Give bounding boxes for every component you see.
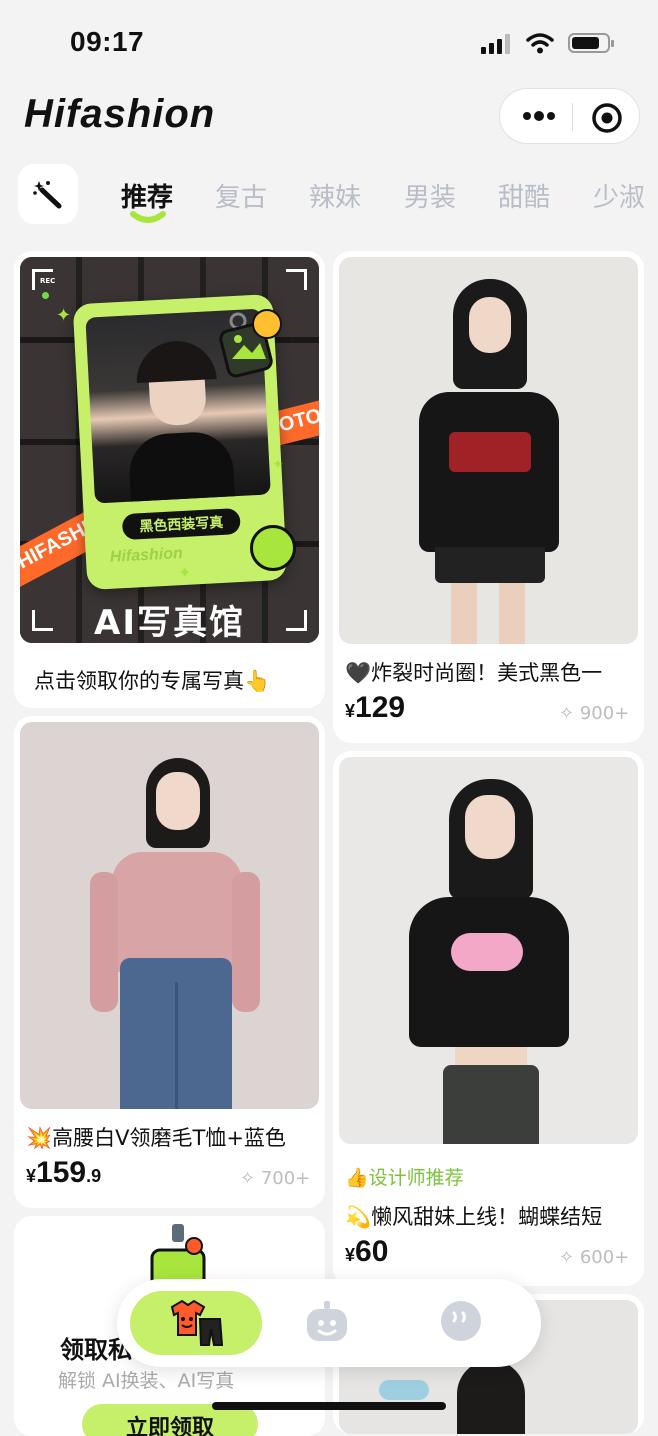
sparkle-count-icon: ✧ bbox=[240, 1168, 256, 1189]
try-on-count: ✧ 900+ bbox=[559, 703, 629, 724]
more-dots-icon bbox=[523, 111, 555, 121]
magic-wand-icon bbox=[33, 181, 62, 209]
mini-program-capsule bbox=[499, 88, 640, 144]
designer-tag-text: 设计师推荐 bbox=[368, 1167, 464, 1189]
ai-photo-promo-card[interactable]: REC AI PHOTO HIFASHION 黑色西装写真 Hifashion bbox=[14, 251, 325, 708]
product-title: 💫懒风甜妹上线！蝴蝶结短 bbox=[345, 1205, 603, 1229]
claim-card-subtitle: 解锁 AI换装、AI写真 bbox=[58, 1370, 235, 1392]
chat-face-icon bbox=[441, 1301, 481, 1341]
face-sticker-icon bbox=[250, 525, 296, 571]
try-on-count: ✧ 700+ bbox=[240, 1168, 310, 1189]
frame-label-pill: 黑色西装写真 bbox=[121, 507, 241, 541]
product-title: 💥高腰白V领磨毛T恤+蓝色 bbox=[26, 1126, 286, 1150]
signal-icon bbox=[481, 34, 513, 54]
product-price: ¥159.9 bbox=[26, 1156, 101, 1190]
robot-icon bbox=[307, 1301, 347, 1341]
price-currency: ¥ bbox=[26, 1166, 37, 1186]
rec-dot-icon bbox=[42, 292, 49, 299]
ai-magic-button[interactable] bbox=[18, 164, 78, 224]
product-card[interactable]: 👍设计师推荐 💫懒风甜妹上线！蝴蝶结短 ¥60 ✧ 600+ bbox=[333, 751, 644, 1286]
product-image bbox=[20, 722, 319, 1109]
sparkle-count-icon: ✧ bbox=[559, 1247, 575, 1268]
sparkle-icon: ✦ bbox=[178, 563, 192, 582]
product-card[interactable]: 🖤炸裂时尚圈！美式黑色一 ¥129 ✧ 900+ bbox=[333, 251, 644, 743]
try-on-count-value: 900+ bbox=[579, 703, 630, 724]
tab-recommend[interactable]: 推荐 bbox=[121, 177, 173, 214]
product-price: ¥129 bbox=[345, 691, 405, 725]
product-image bbox=[339, 257, 638, 644]
product-image bbox=[339, 757, 638, 1144]
rec-badge: REC bbox=[40, 277, 56, 285]
price-currency: ¥ bbox=[345, 701, 356, 721]
try-on-count: ✧ 600+ bbox=[559, 1247, 629, 1268]
product-price: ¥60 bbox=[345, 1235, 388, 1269]
sparkle-icon: ✦ bbox=[272, 457, 284, 473]
try-on-count-value: 600+ bbox=[579, 1247, 630, 1268]
close-mini-program-button[interactable] bbox=[590, 101, 624, 135]
try-on-count-value: 700+ bbox=[260, 1168, 311, 1189]
price-integer: 129 bbox=[355, 691, 406, 724]
corner-bracket bbox=[286, 269, 307, 290]
promo-caption: 点击领取你的专属写真👆 bbox=[34, 669, 271, 693]
claim-now-button-label: 立即领取 bbox=[125, 1416, 214, 1436]
nav-item-profile[interactable] bbox=[439, 1299, 483, 1343]
sparkle-count-icon: ✧ bbox=[559, 703, 575, 724]
product-card[interactable]: 💥高腰白V领磨毛T恤+蓝色 ¥159.9 ✧ 700+ bbox=[14, 716, 325, 1208]
price-integer: 60 bbox=[355, 1235, 389, 1268]
frame-brand: Hifashion bbox=[109, 545, 184, 566]
product-title: 🖤炸裂时尚圈！美式黑色一 bbox=[345, 661, 603, 685]
wardrobe-icon bbox=[170, 1299, 224, 1346]
ai-photo-banner-title: AI写真馆 bbox=[94, 603, 245, 643]
thumbs-up-icon: 👍 bbox=[345, 1167, 369, 1189]
price-decimal: .9 bbox=[86, 1166, 102, 1186]
price-integer: 159 bbox=[36, 1156, 87, 1189]
price-currency: ¥ bbox=[345, 1245, 356, 1265]
capsule-divider bbox=[572, 103, 573, 131]
tab-sweet-cool[interactable]: 甜酷 bbox=[498, 177, 550, 214]
tab-spicy-girl[interactable]: 辣妹 bbox=[309, 177, 361, 214]
smiley-sticker-icon bbox=[252, 309, 282, 339]
bottom-nav bbox=[117, 1279, 541, 1367]
tab-retro[interactable]: 复古 bbox=[215, 177, 267, 214]
battery-icon bbox=[568, 33, 614, 53]
tab-young-lady[interactable]: 少淑 bbox=[593, 177, 645, 214]
brand-logo: Hifashion bbox=[24, 92, 216, 136]
status-time: 09:17 bbox=[70, 26, 145, 57]
frame-label: 黑色西装写真 bbox=[138, 514, 224, 536]
ai-photo-banner: REC AI PHOTO HIFASHION 黑色西装写真 Hifashion bbox=[20, 257, 319, 643]
designer-tag: 👍设计师推荐 bbox=[345, 1163, 464, 1190]
nav-item-wardrobe[interactable] bbox=[130, 1291, 262, 1355]
wifi-icon bbox=[526, 33, 554, 54]
tab-active-indicator bbox=[130, 211, 166, 223]
target-close-icon bbox=[592, 103, 622, 133]
sparkle-icon: ✦ bbox=[56, 305, 72, 326]
home-indicator bbox=[212, 1402, 446, 1410]
nav-item-ai-robot[interactable] bbox=[303, 1299, 351, 1347]
tab-menswear[interactable]: 男装 bbox=[404, 177, 456, 214]
more-button[interactable] bbox=[514, 97, 564, 135]
